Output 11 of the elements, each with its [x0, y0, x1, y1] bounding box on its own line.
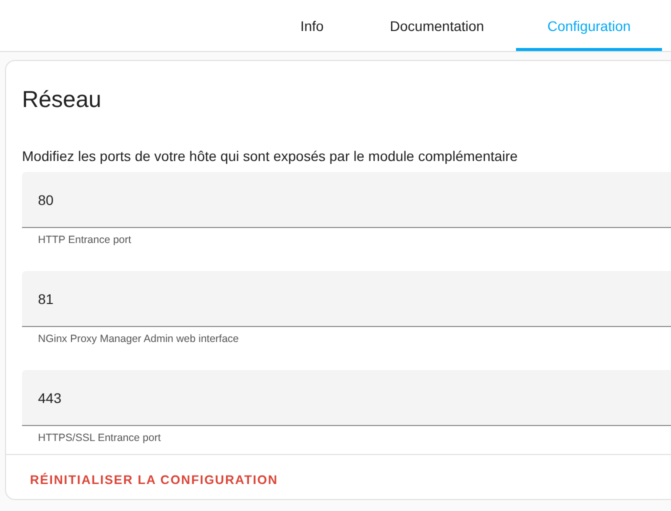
port-input-field[interactable]: 81	[22, 271, 671, 327]
card-title: Réseau	[22, 85, 102, 114]
helper-text: HTTPS/SSL Entrance port	[37, 431, 162, 444]
description-text: Modifiez les ports de votre hôte qui sont exposés par le module complémentaire	[22, 148, 519, 166]
helper-text: NGinx Proxy Manager Admin web interface	[37, 332, 240, 345]
tab[interactable]: Info	[266, 0, 358, 51]
port-input-field[interactable]: 80	[22, 172, 671, 228]
helper-text: HTTP Entrance port	[37, 233, 132, 246]
reset-button[interactable]: RÉINITIALISER LA CONFIGURATION	[22, 472, 286, 488]
port-input-field[interactable]: 443	[22, 370, 671, 426]
tab[interactable]: Documentation	[358, 0, 516, 51]
